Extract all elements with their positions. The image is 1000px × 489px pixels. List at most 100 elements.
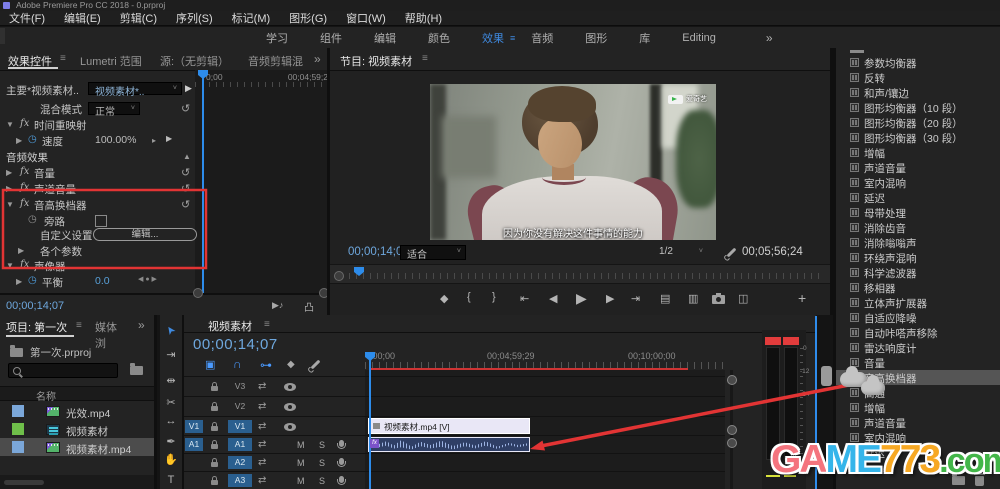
scrubber-scroll-handle[interactable] [334,271,344,281]
snap-toggle-icon[interactable]: ∩ [233,357,242,371]
name-column-header[interactable]: 名称 [36,388,56,403]
panel-menu-icon[interactable]: ≡ [422,53,428,64]
sync-lock-icon[interactable]: ⇄ [258,401,266,412]
effect-item[interactable]: 图形均衡器（20 段） [836,115,1000,130]
track-output-eye-icon[interactable] [284,423,296,431]
extract-button[interactable]: ▥ [688,292,698,305]
sync-lock-icon[interactable]: ⇄ [258,475,266,486]
chevron-right-icon[interactable]: ▶ [6,168,12,177]
track-name[interactable]: V2 [228,400,252,413]
panel-splitter-handle[interactable] [821,366,832,386]
keyframe-nav-icons[interactable]: ◀ ● ▶ [138,275,157,283]
scrollbar-handle[interactable] [319,288,327,298]
tab-overflow-icon[interactable]: » [138,318,145,332]
track-name[interactable]: A1 [228,438,252,451]
tab-lumetri-scopes[interactable]: Lumetri 范围 [80,53,142,69]
stopwatch-icon[interactable]: ◷ [28,214,37,225]
effect-item[interactable]: 参数均衡器 [836,55,1000,70]
solo-button[interactable]: S [319,476,325,486]
project-file-name[interactable]: 第一次.prproj [30,345,91,360]
sync-lock-icon[interactable]: ⇄ [258,421,266,432]
effect-item[interactable]: 室内混响 [836,175,1000,190]
zoom-level-select[interactable]: 适合 ˅ [400,245,466,261]
effect-item[interactable]: 自适应降噪 [836,310,1000,325]
workspace-tab-assembly[interactable]: 组件 [304,30,358,46]
workspace-tab-libraries[interactable]: 库 [623,30,666,46]
effect-item[interactable]: 延迟 [836,190,1000,205]
step-forward-button[interactable]: ▶ [606,292,614,305]
effect-item[interactable]: 声道音量 [836,160,1000,175]
effect-item[interactable]: 增幅 [836,400,1000,415]
effect-item[interactable]: 自动咔嗒声移除 [836,325,1000,340]
stopwatch-icon[interactable]: ◷ [28,275,37,286]
monitor-scrubber[interactable] [330,264,830,284]
effect-item[interactable]: 图形均衡器（10 段） [836,100,1000,115]
audio-effects-section[interactable]: 音频效果 ▲ [0,149,195,164]
go-to-out-button[interactable]: ⇥ [631,292,640,305]
type-tool[interactable]: T [161,471,181,489]
export-frame-camera-button[interactable] [712,293,725,304]
reset-icon[interactable]: ↺ [181,198,190,211]
individual-params-row[interactable]: ▶ 各个参数 [0,243,195,258]
lock-icon[interactable] [211,476,218,485]
step-back-button[interactable]: ◀ [549,292,557,305]
balance-row[interactable]: ▶ ◷ 平衡 0.0 ◀ ● ▶ [0,274,195,289]
time-remap-row[interactable]: ▼ fx 时间重映射 [0,117,195,132]
ripple-edit-tool[interactable]: ⇹ [161,372,181,390]
label-color-chip[interactable] [12,441,24,453]
menu-file[interactable]: 文件(F) [9,10,45,26]
tab-source-monitor[interactable]: 源:（无剪辑） [160,53,229,69]
sync-lock-icon[interactable]: ⇄ [258,457,266,468]
effect-item[interactable]: 消除嗡嗡声 [836,235,1000,250]
mini-playhead-line[interactable] [202,70,204,293]
mark-in-button[interactable]: { [467,291,471,303]
timeline-timecode[interactable]: 00;00;14;07 [193,336,278,353]
add-marker-icon[interactable]: ◆ [287,359,295,370]
button-editor-plus[interactable]: + [798,290,806,306]
effect-item[interactable]: 环绕声混响 [836,250,1000,265]
solo-button[interactable]: S [319,440,325,450]
selection-tool[interactable]: ➤ [158,317,184,344]
tab-media-browser[interactable]: 媒体浏 [95,319,127,351]
chevron-right-icon[interactable]: ▶ [16,136,22,145]
monitor-settings-wrench-icon[interactable] [726,247,737,258]
workspace-tab-audio[interactable]: 音频 [515,30,569,46]
label-color-chip[interactable] [12,405,24,417]
chevron-down-icon[interactable]: ▼ [6,261,14,270]
keyframe-add-icon[interactable]: ▶ [166,134,172,143]
track-output-eye-icon[interactable] [284,383,296,391]
effect-item[interactable]: 立体声扩展器 [836,295,1000,310]
sync-lock-icon[interactable]: ⇄ [258,439,266,450]
pitch-shifter-effect-row[interactable]: ▼ fx 音高换档器 ↺ [0,197,195,212]
tab-overflow-icon[interactable]: » [314,52,321,66]
effect-item[interactable]: 反转 [836,70,1000,85]
speed-row[interactable]: ▶ ◷ 速度 100.00% ▸ ▶ [0,133,195,148]
menu-sequence[interactable]: 序列(S) [176,10,213,26]
scroll-handle[interactable] [727,375,737,385]
add-marker-button[interactable]: ◆ [440,292,448,305]
menu-marker[interactable]: 标记(M) [232,10,271,26]
track-output-eye-icon[interactable] [284,403,296,411]
edit-button[interactable]: 编辑... [93,228,197,241]
video-clip-v1[interactable]: 视频素材.mp4 [V] [368,418,530,434]
track-select-forward-tool[interactable]: ⇥ [161,346,181,364]
panel-menu-icon[interactable]: ≡ [60,53,66,64]
scroll-handle[interactable] [727,425,737,435]
slip-tool[interactable]: ↔ [161,412,181,430]
reset-icon[interactable]: ↺ [181,182,190,195]
nest-toggle-icon[interactable]: ▣ [205,358,215,371]
lock-icon[interactable] [211,402,218,411]
source-patch-v1[interactable]: V1 [185,420,203,433]
effect-item[interactable]: 增幅 [836,145,1000,160]
tab-program-monitor[interactable]: 节目: 视频素材 [340,53,412,69]
effect-item[interactable]: 科学滤波器 [836,265,1000,280]
voiceover-mic-icon[interactable] [336,440,346,449]
workspace-tab-color[interactable]: 颜色 [412,30,466,46]
workspace-tab-editing-cn[interactable]: 编辑 [358,30,412,46]
hand-tool[interactable]: ✋ [161,451,181,469]
effect-item[interactable]: 音量 [836,355,1000,370]
export-icon[interactable]: 凸 [304,299,314,314]
tab-project[interactable]: 项目: 第一次 [6,319,67,335]
lock-icon[interactable] [211,422,218,431]
lock-icon[interactable] [211,382,218,391]
